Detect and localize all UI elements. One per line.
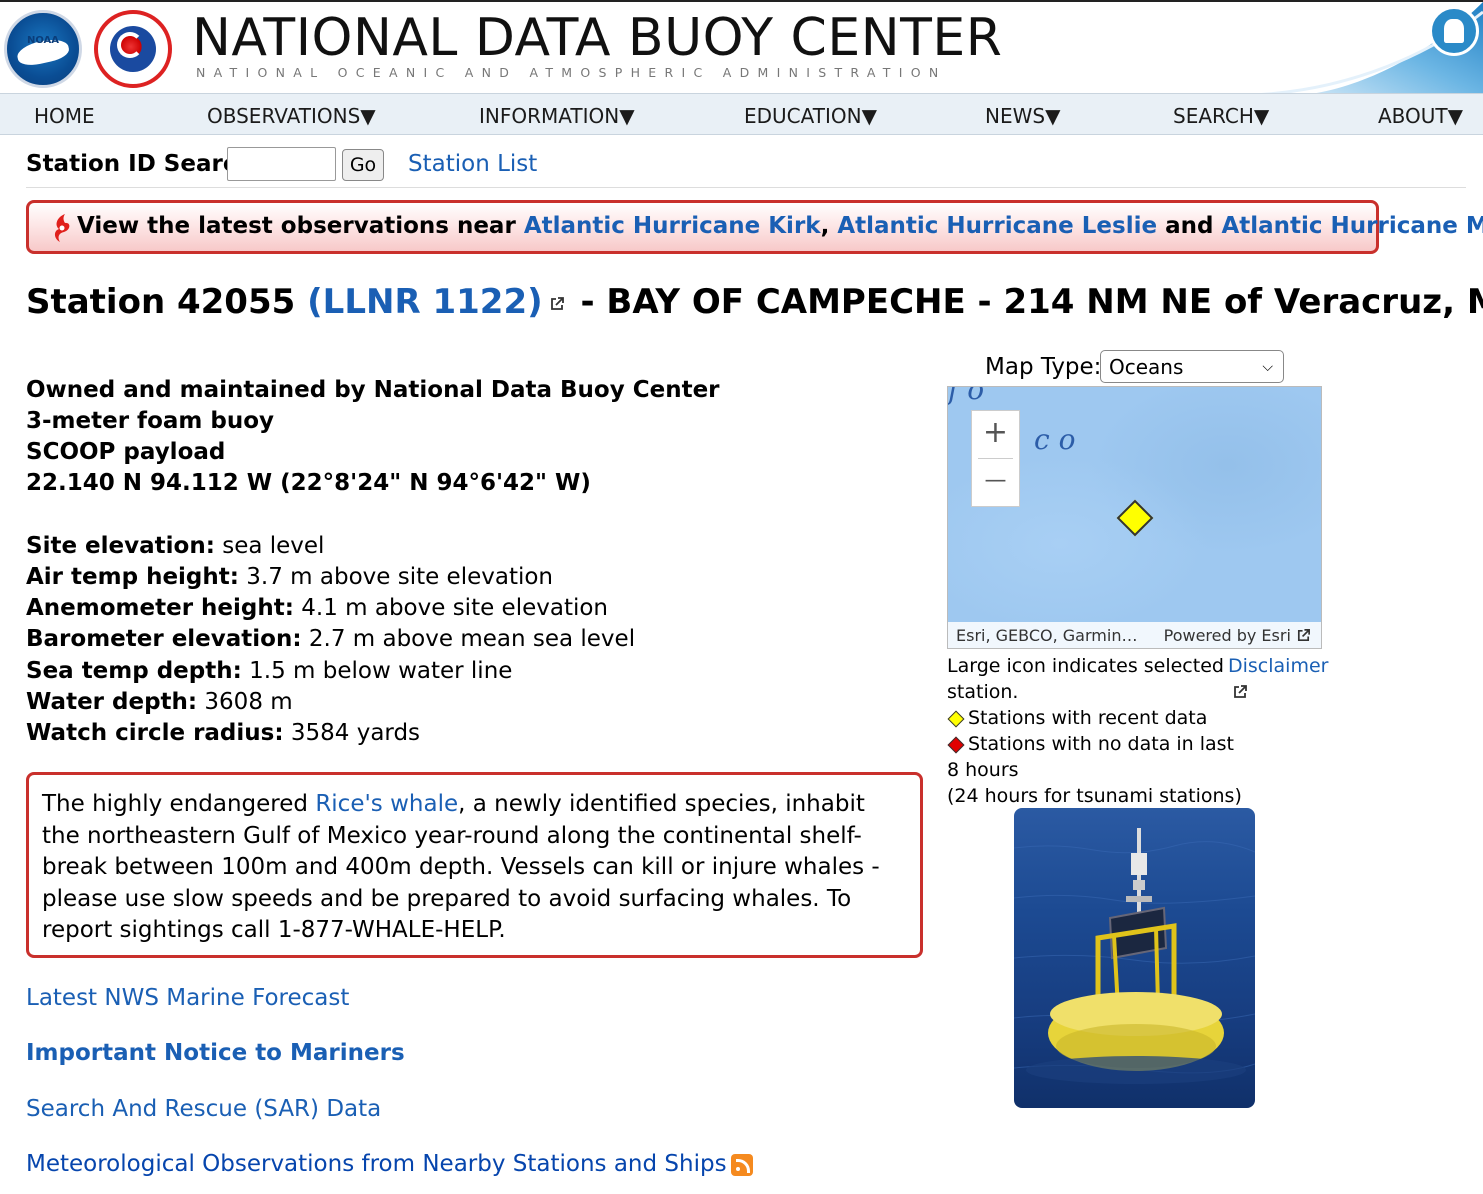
nav-news[interactable]: NEWS▼ bbox=[985, 104, 1060, 128]
go-button[interactable]: Go bbox=[342, 149, 384, 181]
map-place-label: c o bbox=[1034, 423, 1076, 456]
detail-air-temp-height: Air temp height: 3.7 m above site elevat… bbox=[26, 564, 553, 590]
detail-watch-circle-radius: Watch circle radius: 3584 yards bbox=[26, 720, 420, 746]
legend-nodata-text: Stations with no data in last bbox=[968, 733, 1235, 755]
buoy-type-text: 3-meter foam buoy bbox=[26, 408, 274, 434]
map-type-value: Oceans bbox=[1109, 355, 1184, 379]
detail-label: Water depth: bbox=[26, 689, 198, 715]
alert-prefix: View the latest observations near bbox=[77, 213, 524, 239]
site-header: NOAA NATIONAL DATA BUOY CENTER NATIONAL … bbox=[0, 0, 1483, 93]
hurricane-milton-link[interactable]: Atlantic Hurricane Milton bbox=[1221, 213, 1483, 239]
buoy-illustration bbox=[1014, 828, 1255, 1084]
detail-value: 1.5 m below water line bbox=[241, 658, 513, 684]
attribution-text[interactable]: Esri, GEBCO, Garmin… bbox=[956, 626, 1137, 645]
noaa-logo-text: NOAA bbox=[26, 35, 60, 46]
alert-sep: and bbox=[1157, 213, 1222, 239]
legend-line: (24 hours for tsunami stations) bbox=[947, 785, 1242, 807]
station-title-suffix: - BAY OF CAMPECHE - 214 NM NE of Veracru… bbox=[568, 282, 1483, 322]
hurricane-kirk-link[interactable]: Atlantic Hurricane Kirk bbox=[524, 213, 821, 239]
hurricane-alert: View the latest observations near Atlant… bbox=[26, 200, 1483, 254]
powered-by-text: Powered by Esri bbox=[1163, 626, 1291, 645]
alert-text: View the latest observations near Atlant… bbox=[77, 213, 1483, 239]
divider bbox=[26, 187, 1466, 188]
powered-by-esri[interactable]: Powered by Esri bbox=[1164, 626, 1311, 645]
detail-label: Air temp height: bbox=[26, 564, 239, 590]
owner-text: Owned and maintained by National Data Bu… bbox=[26, 377, 720, 403]
detail-label: Anemometer height: bbox=[26, 595, 294, 621]
notice-to-mariners-link[interactable]: Important Notice to Mariners bbox=[26, 1040, 405, 1066]
yellow-diamond-icon bbox=[947, 710, 965, 727]
coordinates-text: 22.140 N 94.112 W (22°8'24" N 94°6'42" W… bbox=[26, 470, 591, 496]
site-subtitle: NATIONAL OCEANIC AND ATMOSPHERIC ADMINIS… bbox=[196, 65, 947, 80]
detail-anemometer-height: Anemometer height: 4.1 m above site elev… bbox=[26, 595, 608, 621]
external-link-icon bbox=[1297, 629, 1310, 642]
detail-value: 3608 m bbox=[197, 689, 293, 715]
external-link-icon[interactable] bbox=[1232, 684, 1248, 700]
detail-value: 3.7 m above site elevation bbox=[238, 564, 554, 590]
hurricane-leslie-link[interactable]: Atlantic Hurricane Leslie bbox=[837, 213, 1157, 239]
legend-nodata: Stations with no data in last bbox=[947, 733, 1234, 755]
marine-forecast-link[interactable]: Latest NWS Marine Forecast bbox=[26, 985, 349, 1011]
noaa-logo[interactable]: NOAA bbox=[4, 10, 82, 88]
detail-sea-temp-depth: Sea temp depth: 1.5 m below water line bbox=[26, 658, 512, 684]
nav-search[interactable]: SEARCH▼ bbox=[1173, 104, 1269, 128]
zoom-out-button[interactable]: — bbox=[972, 459, 1019, 506]
nav-information[interactable]: INFORMATION▼ bbox=[479, 104, 635, 128]
rss-icon[interactable] bbox=[730, 1153, 753, 1176]
nav-about[interactable]: ABOUT▼ bbox=[1378, 104, 1463, 128]
payload-text: SCOOP payload bbox=[26, 439, 226, 465]
external-link-icon[interactable] bbox=[549, 296, 565, 312]
llnr-link[interactable]: (LLNR 1122) bbox=[307, 282, 543, 322]
detail-water-depth: Water depth: 3608 m bbox=[26, 689, 293, 715]
main-nav: HOME OBSERVATIONS▼ INFORMATION▼ EDUCATIO… bbox=[0, 93, 1483, 135]
station-map[interactable]: f o c o + — Esri, GEBCO, Garmin… Powered… bbox=[947, 386, 1322, 649]
legend-line: 8 hours bbox=[947, 759, 1019, 781]
nearby-observations-link[interactable]: Meteorological Observations from Nearby … bbox=[26, 1151, 727, 1177]
station-search-label: Station ID Search bbox=[26, 151, 253, 177]
detail-site-elevation: Site elevation: sea level bbox=[26, 533, 324, 559]
site-title[interactable]: NATIONAL DATA BUOY CENTER bbox=[192, 8, 1002, 68]
station-list-link[interactable]: Station List bbox=[408, 151, 537, 177]
nearby-observations-row: Meteorological Observations from Nearby … bbox=[26, 1151, 753, 1177]
zoom-in-button[interactable]: + bbox=[972, 411, 1019, 458]
sar-data-link[interactable]: Search And Rescue (SAR) Data bbox=[26, 1096, 381, 1122]
detail-value: 3584 yards bbox=[283, 720, 421, 746]
map-type-label: Map Type: bbox=[985, 354, 1102, 380]
legend-recent: Stations with recent data bbox=[947, 707, 1207, 729]
chevron-down-icon: ⌵ bbox=[1262, 359, 1273, 375]
nws-swirl-icon bbox=[117, 32, 143, 58]
red-diamond-icon bbox=[947, 736, 965, 753]
detail-value: 4.1 m above site elevation bbox=[293, 595, 608, 621]
legend-recent-text: Stations with recent data bbox=[968, 707, 1208, 729]
station-title: Station 42055 (LLNR 1122) - BAY OF CAMPE… bbox=[26, 282, 1483, 322]
nav-education[interactable]: EDUCATION▼ bbox=[744, 104, 877, 128]
detail-value: sea level bbox=[214, 533, 325, 559]
disclaimer-link[interactable]: Disclaimer bbox=[1228, 655, 1328, 677]
rices-whale-link[interactable]: Rice's whale bbox=[315, 791, 458, 817]
detail-label: Site elevation: bbox=[26, 533, 215, 559]
nav-home[interactable]: HOME bbox=[34, 104, 95, 128]
alert-sep: , bbox=[820, 213, 838, 239]
legend-line: Large icon indicates selected bbox=[947, 655, 1224, 677]
station-title-prefix: Station 42055 bbox=[26, 282, 308, 322]
hurricane-icon bbox=[54, 214, 70, 242]
detail-label: Sea temp depth: bbox=[26, 658, 242, 684]
station-id-input[interactable] bbox=[227, 147, 336, 181]
buoy-photo[interactable] bbox=[1014, 808, 1255, 1108]
commerce-seal-icon[interactable] bbox=[1429, 6, 1479, 56]
legend-line: station. bbox=[947, 681, 1019, 703]
map-place-label: f o bbox=[948, 386, 985, 406]
map-attribution: Esri, GEBCO, Garmin… Powered by Esri bbox=[948, 622, 1321, 648]
zoom-control: + — bbox=[971, 410, 1020, 507]
nws-logo[interactable] bbox=[94, 10, 172, 88]
nav-observations[interactable]: OBSERVATIONS▼ bbox=[207, 104, 376, 128]
detail-label: Barometer elevation: bbox=[26, 626, 302, 652]
whale-text-before: The highly endangered bbox=[42, 791, 316, 817]
map-type-select[interactable]: Oceans ⌵ bbox=[1100, 350, 1284, 383]
detail-value: 2.7 m above mean sea level bbox=[301, 626, 636, 652]
whale-notice: The highly endangered Rice's whale, a ne… bbox=[26, 772, 923, 958]
detail-label: Watch circle radius: bbox=[26, 720, 284, 746]
detail-barometer-elevation: Barometer elevation: 2.7 m above mean se… bbox=[26, 626, 635, 652]
